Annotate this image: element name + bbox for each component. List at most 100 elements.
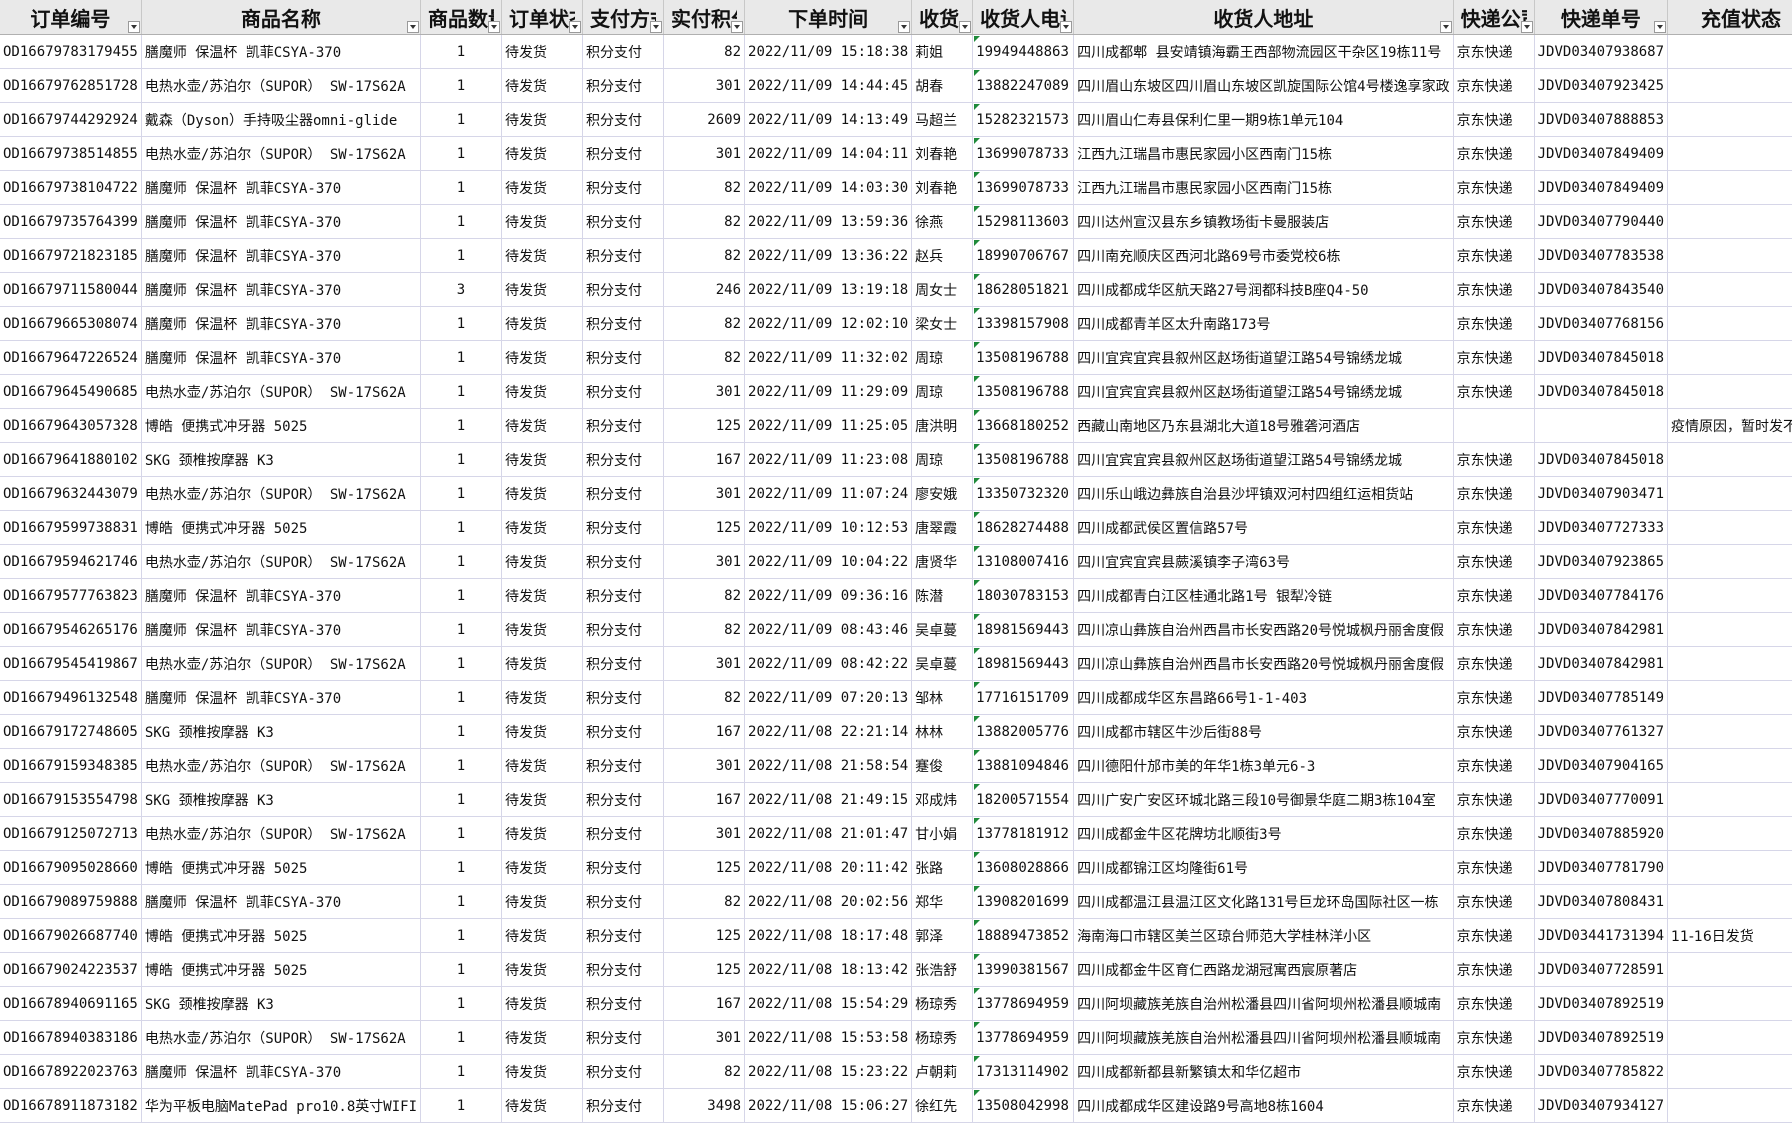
cell-recharge[interactable] (1667, 816, 1792, 851)
cell-order_id[interactable]: OD16679643057328 (0, 408, 142, 443)
cell-time[interactable]: 2022/11/08 15:06:27 (744, 1088, 913, 1123)
filter-dropdown-icon[interactable] (1520, 21, 1533, 33)
cell-points[interactable]: 82 (663, 578, 746, 613)
cell-recharge[interactable] (1667, 442, 1792, 477)
cell-name[interactable]: 梁女士 (911, 306, 974, 341)
cell-status[interactable]: 待发货 (501, 1088, 584, 1123)
cell-payment[interactable]: 积分支付 (582, 544, 665, 579)
cell-courier[interactable]: 京东快递 (1453, 272, 1535, 307)
cell-phone[interactable]: 13398157908 (972, 306, 1075, 341)
cell-phone[interactable]: 18981569443 (972, 612, 1075, 647)
cell-points[interactable]: 82 (663, 204, 746, 239)
cell-phone[interactable]: 13508196788 (972, 374, 1075, 409)
cell-product[interactable]: 电热水壶/苏泊尔（SUPOR） SW-17S62A (141, 1020, 422, 1055)
cell-points[interactable]: 167 (663, 714, 746, 749)
cell-product[interactable]: 电热水壶/苏泊尔（SUPOR） SW-17S62A (141, 646, 422, 681)
filter-dropdown-icon[interactable] (731, 21, 744, 33)
cell-courier[interactable]: 京东快递 (1453, 816, 1535, 851)
cell-order_id[interactable]: OD16679711580044 (0, 272, 142, 307)
cell-status[interactable]: 待发货 (501, 204, 584, 239)
cell-time[interactable]: 2022/11/09 14:04:11 (744, 136, 913, 171)
cell-qty[interactable]: 1 (420, 510, 503, 545)
cell-status[interactable]: 待发货 (501, 476, 584, 511)
cell-phone[interactable]: 13668180252 (972, 408, 1075, 443)
cell-points[interactable]: 167 (663, 442, 746, 477)
cell-payment[interactable]: 积分支付 (582, 340, 665, 375)
cell-points[interactable]: 82 (663, 612, 746, 647)
filter-dropdown-icon[interactable] (569, 21, 582, 33)
cell-tracking[interactable]: JDVD03407923865 (1534, 544, 1669, 579)
cell-order_id[interactable]: OD16678911873182 (0, 1088, 142, 1123)
cell-qty[interactable]: 1 (420, 1088, 503, 1123)
cell-name[interactable]: 郑华 (911, 884, 974, 919)
cell-recharge[interactable]: 疫情原因，暂时发不了 (1667, 408, 1792, 443)
cell-phone[interactable]: 13508196788 (972, 442, 1075, 477)
cell-phone[interactable]: 13699078733 (972, 170, 1075, 205)
cell-payment[interactable]: 积分支付 (582, 272, 665, 307)
cell-recharge[interactable] (1667, 578, 1792, 613)
cell-courier[interactable]: 京东快递 (1453, 306, 1535, 341)
cell-payment[interactable]: 积分支付 (582, 476, 665, 511)
cell-points[interactable]: 125 (663, 510, 746, 545)
cell-status[interactable]: 待发货 (501, 340, 584, 375)
cell-recharge[interactable] (1667, 884, 1792, 919)
cell-address[interactable]: 四川宜宾宜宾县叙州区赵场街道望江路54号锦绣龙城 (1073, 340, 1454, 375)
cell-name[interactable]: 唐洪明 (911, 408, 974, 443)
cell-courier[interactable]: 京东快递 (1453, 850, 1535, 885)
cell-order_id[interactable]: OD16679125072713 (0, 816, 142, 851)
cell-tracking[interactable]: JDVD03407845018 (1534, 442, 1669, 477)
cell-status[interactable]: 待发货 (501, 578, 584, 613)
cell-courier[interactable]: 京东快递 (1453, 442, 1535, 477)
cell-phone[interactable]: 15298113603 (972, 204, 1075, 239)
column-header-phone[interactable]: 收货人电话 (972, 0, 1075, 35)
cell-courier[interactable]: 京东快递 (1453, 136, 1535, 171)
cell-recharge[interactable] (1667, 680, 1792, 715)
cell-status[interactable]: 待发货 (501, 1054, 584, 1089)
cell-recharge[interactable] (1667, 952, 1792, 987)
cell-points[interactable]: 82 (663, 170, 746, 205)
column-header-points[interactable]: 实付积分 (663, 0, 746, 35)
cell-name[interactable]: 陈潜 (911, 578, 974, 613)
cell-product[interactable]: 膳魔师 保温杯 凯菲CSYA-370 (141, 680, 422, 715)
cell-time[interactable]: 2022/11/09 11:29:09 (744, 374, 913, 409)
cell-time[interactable]: 2022/11/09 13:36:22 (744, 238, 913, 273)
cell-points[interactable]: 82 (663, 884, 746, 919)
cell-payment[interactable]: 积分支付 (582, 374, 665, 409)
cell-phone[interactable]: 13350732320 (972, 476, 1075, 511)
filter-dropdown-icon[interactable] (407, 21, 420, 33)
cell-name[interactable]: 邓成炜 (911, 782, 974, 817)
cell-courier[interactable]: 京东快递 (1453, 170, 1535, 205)
cell-points[interactable]: 301 (663, 646, 746, 681)
cell-address[interactable]: 四川广安广安区环城北路三段10号御景华庭二期3栋104室 (1073, 782, 1454, 817)
cell-time[interactable]: 2022/11/08 18:13:42 (744, 952, 913, 987)
cell-qty[interactable]: 1 (420, 204, 503, 239)
cell-qty[interactable]: 1 (420, 646, 503, 681)
cell-product[interactable]: 博皓 便携式冲牙器 5025 (141, 510, 422, 545)
cell-name[interactable]: 刘春艳 (911, 170, 974, 205)
cell-product[interactable]: 膳魔师 保温杯 凯菲CSYA-370 (141, 204, 422, 239)
cell-status[interactable]: 待发货 (501, 34, 584, 69)
cell-name[interactable]: 吴卓蔓 (911, 646, 974, 681)
cell-tracking[interactable] (1534, 408, 1669, 443)
cell-qty[interactable]: 1 (420, 306, 503, 341)
cell-tracking[interactable]: JDVD03407728591 (1534, 952, 1669, 987)
cell-tracking[interactable]: JDVD03407849409 (1534, 170, 1669, 205)
cell-address[interactable]: 四川眉山东坡区四川眉山东坡区凯旋国际公馆4号楼逸享家政 (1073, 68, 1454, 103)
column-header-address[interactable]: 收货人地址 (1073, 0, 1454, 35)
cell-payment[interactable]: 积分支付 (582, 136, 665, 171)
cell-phone[interactable]: 13882247089 (972, 68, 1075, 103)
cell-payment[interactable]: 积分支付 (582, 578, 665, 613)
cell-address[interactable]: 四川德阳什邡市美的年华1栋3单元6-3 (1073, 748, 1454, 783)
cell-tracking[interactable]: JDVD03441731394 (1534, 918, 1669, 953)
cell-tracking[interactable]: JDVD03407923425 (1534, 68, 1669, 103)
cell-courier[interactable]: 京东快递 (1453, 102, 1535, 137)
cell-payment[interactable]: 积分支付 (582, 918, 665, 953)
cell-recharge[interactable] (1667, 782, 1792, 817)
cell-address[interactable]: 四川成都郫 县安靖镇海霸王西部物流园区干杂区19栋11号 (1073, 34, 1454, 69)
cell-phone[interactable]: 13990381567 (972, 952, 1075, 987)
cell-product[interactable]: 戴森（Dyson）手持吸尘器omni-glide (141, 102, 422, 137)
cell-phone[interactable]: 13508196788 (972, 340, 1075, 375)
cell-points[interactable]: 82 (663, 306, 746, 341)
cell-payment[interactable]: 积分支付 (582, 510, 665, 545)
cell-order_id[interactable]: OD16679153554798 (0, 782, 142, 817)
